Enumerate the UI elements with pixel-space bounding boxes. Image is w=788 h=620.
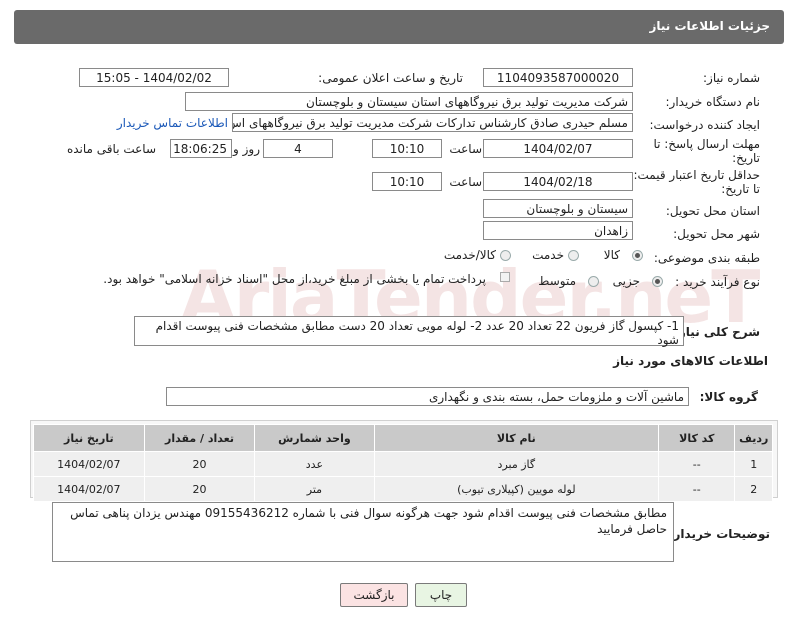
category-radio-goods[interactable]: [632, 250, 643, 261]
goods-table: ردیف کد کالا نام کالا واحد شمارش تعداد /…: [33, 424, 773, 502]
days-label: روز و: [233, 142, 260, 156]
payment-note: پرداخت تمام یا بخشی از مبلغ خرید،از محل …: [103, 272, 486, 286]
goods-group-field: ماشین آلات و ملزومات حمل، بسته بندی و نگ…: [166, 387, 689, 406]
category-option-service: خدمت: [532, 248, 564, 262]
buyer-notes-label: توضیحات خریدار:: [668, 527, 770, 541]
deadline-time-label: ساعت: [449, 142, 482, 156]
col-row-number: ردیف: [734, 424, 773, 452]
buyer-notes-field: مطابق مشخصات فنی پیوست اقدام شود جهت هرگ…: [52, 502, 674, 562]
cell-unit: متر: [254, 476, 375, 502]
buyer-contact-link[interactable]: اطلاعات تماس خریدار: [117, 116, 228, 130]
validity-label-line1: حداقل تاریخ اعتبار قیمت:: [633, 168, 760, 182]
col-item-name: نام کالا: [373, 424, 660, 452]
city-label: شهر محل تحویل:: [673, 227, 760, 241]
province-field: سیستان و بلوچستان: [483, 199, 633, 218]
summary-label: شرح کلی نیاز:: [674, 325, 760, 339]
validity-time-label: ساعت: [449, 175, 482, 189]
goods-section-title: اطلاعات کالاهای مورد نیاز: [613, 354, 768, 368]
goods-group-label: گروه کالا:: [699, 390, 758, 404]
page-title: جزئیات اطلاعات نیاز: [649, 19, 770, 33]
cell-item-name: گاز مبرد: [373, 451, 660, 477]
payment-checkbox[interactable]: [500, 272, 510, 282]
process-radio-medium[interactable]: [588, 276, 599, 287]
cell-item-code: --: [658, 451, 736, 477]
process-option-minor: جزیی: [612, 274, 640, 288]
summary-field: 1- کپسول گاز فریون 22 تعداد 20 عدد 2- لو…: [134, 316, 684, 347]
table-row: 1 -- گاز مبرد عدد 20 1404/02/07: [33, 451, 773, 477]
deadline-label-line2: تاریخ:: [732, 151, 760, 165]
cell-row-number: 2: [734, 476, 773, 502]
days-field: 4: [263, 139, 333, 158]
col-item-code: کد کالا: [658, 424, 736, 452]
goods-table-header: ردیف کد کالا نام کالا واحد شمارش تعداد /…: [33, 424, 773, 452]
cell-unit: عدد: [254, 451, 375, 477]
validity-date-field: 1404/02/18: [483, 172, 633, 191]
process-radio-minor[interactable]: [652, 276, 663, 287]
cell-need-date: 1404/02/07: [33, 476, 145, 502]
page-header: جزئیات اطلاعات نیاز: [14, 10, 784, 44]
creator-label: ایجاد کننده درخواست:: [649, 118, 760, 132]
buyer-org-field: شرکت مدیریت تولید برق نیروگاههای استان س…: [185, 92, 633, 111]
category-radio-service[interactable]: [568, 250, 579, 261]
deadline-date-field: 1404/02/07: [483, 139, 633, 158]
table-row: 2 -- لوله مویین (کپیلاری تیوب) متر 20 14…: [33, 476, 773, 502]
announce-field: 1404/02/02 - 15:05: [79, 68, 229, 87]
category-option-goods-service: کالا/خدمت: [443, 248, 496, 262]
deadline-label-line1: مهلت ارسال پاسخ: تا: [653, 137, 760, 151]
province-label: استان محل تحویل:: [665, 204, 760, 218]
validity-label-line2: تا تاریخ:: [721, 182, 760, 196]
cell-row-number: 1: [734, 451, 773, 477]
remaining-time-field: 18:06:25: [170, 139, 232, 158]
city-field: زاهدان: [483, 221, 633, 240]
need-number-label: شماره نیاز:: [703, 71, 760, 85]
cell-need-date: 1404/02/07: [33, 451, 145, 477]
category-radio-goods-service[interactable]: [500, 250, 511, 261]
validity-time-field: 10:10: [372, 172, 442, 191]
need-number-field: 1104093587000020: [483, 68, 633, 87]
cell-quantity: 20: [143, 451, 256, 477]
process-label: نوع فرآیند خرید :: [675, 275, 760, 289]
back-button[interactable]: بازگشت: [340, 583, 408, 607]
remaining-time-label: ساعت باقی مانده: [66, 142, 156, 156]
cell-item-name: لوله مویین (کپیلاری تیوب): [373, 476, 660, 502]
category-label: طبقه بندی موضوعی:: [653, 251, 760, 265]
process-option-medium: متوسط: [538, 274, 576, 288]
category-option-goods: کالا: [603, 248, 620, 262]
col-unit: واحد شمارش: [254, 424, 375, 452]
cell-item-code: --: [658, 476, 736, 502]
print-button[interactable]: چاپ: [415, 583, 467, 607]
col-need-date: تاریخ نیاز: [33, 424, 145, 452]
buyer-org-label: نام دستگاه خریدار:: [665, 95, 761, 109]
deadline-time-field: 10:10: [372, 139, 442, 158]
cell-quantity: 20: [143, 476, 256, 502]
creator-field: مسلم حیدری صادق کارشناس تدارکات شرکت مدی…: [232, 113, 633, 132]
col-quantity: تعداد / مقدار: [143, 424, 256, 452]
announce-label: تاریخ و ساعت اعلان عمومی:: [318, 71, 463, 85]
